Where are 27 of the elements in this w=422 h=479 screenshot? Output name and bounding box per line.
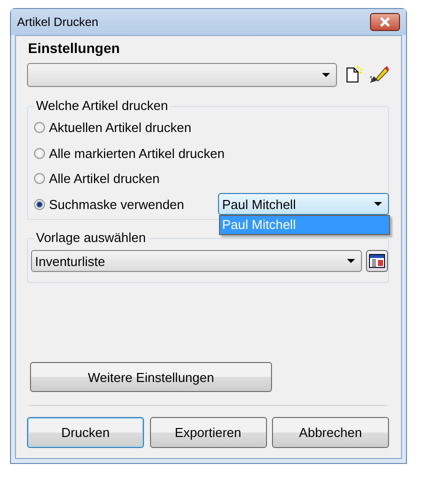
group-title: Vorlage auswählen [34, 230, 148, 245]
settings-dropdown[interactable] [27, 63, 337, 87]
close-icon [378, 17, 392, 27]
radio-label[interactable]: Suchmaske verwenden [49, 196, 184, 212]
radio-label[interactable]: Alle Artikel drucken [49, 171, 160, 186]
dialog-button[interactable]: Drucken [27, 417, 144, 448]
radio-button[interactable] [34, 198, 45, 210]
search-mask-dropdown[interactable]: Paul Mitchell [218, 193, 390, 216]
caret-icon [374, 202, 382, 206]
radio-button[interactable] [34, 173, 45, 184]
close-button[interactable] [370, 13, 400, 31]
more-settings-button[interactable]: Weitere Einstellungen [30, 362, 272, 392]
template-editor-button[interactable] [366, 250, 388, 272]
radio-label[interactable]: Alle markierten Artikel drucken [49, 146, 225, 161]
group-title: Welche Artikel drucken [34, 98, 170, 113]
caret-icon [322, 73, 330, 77]
section-heading: Einstellungen [28, 40, 121, 58]
dialog-button[interactable]: Exportieren [150, 417, 266, 448]
dialog-button[interactable]: Abbrechen [272, 417, 389, 448]
window-title: Artikel Drucken [17, 15, 98, 29]
eraser-pencil-icon[interactable] [369, 65, 389, 85]
radio-label[interactable]: Aktuellen Artikel drucken [49, 120, 192, 136]
radio-button[interactable] [34, 122, 45, 134]
template-dropdown[interactable]: Inventurliste [31, 250, 362, 272]
window-icon [369, 254, 385, 268]
caret-icon [347, 259, 355, 263]
radio-button[interactable] [34, 148, 45, 159]
